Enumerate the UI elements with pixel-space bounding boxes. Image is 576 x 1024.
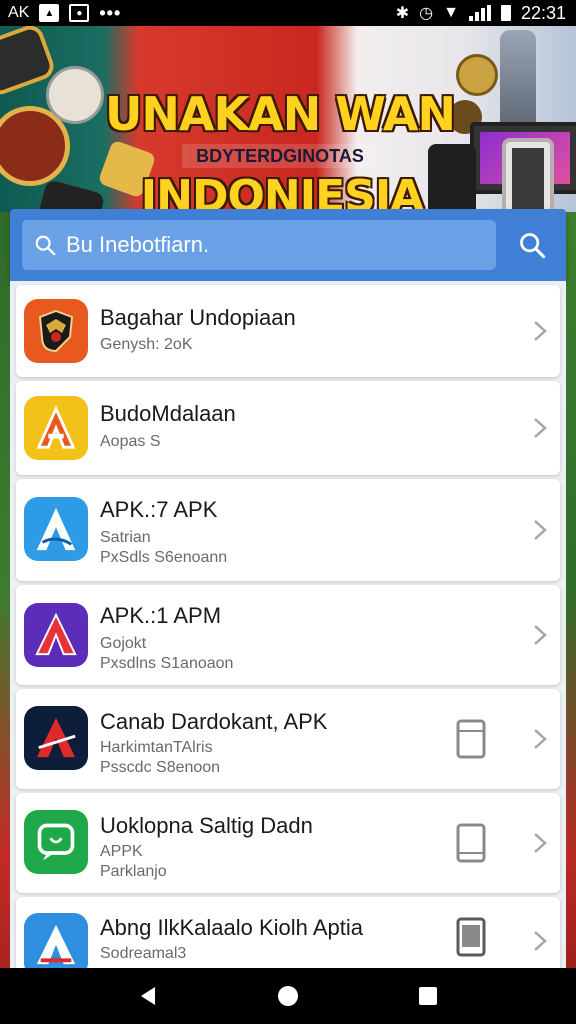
garuda-emblem-decoration-right <box>456 54 498 96</box>
search-icon <box>35 235 56 256</box>
app-name: Canab Dardokant, APK <box>100 709 328 734</box>
home-button[interactable] <box>268 976 308 1016</box>
app-name: APK.:7 APK <box>100 497 218 522</box>
app-detail: Psscdc S8enoon <box>100 759 221 776</box>
device-icon[interactable] <box>456 823 486 863</box>
letter-a-icon <box>24 913 88 969</box>
system-nav-bar <box>0 968 576 1024</box>
app-detail: Pxsdlns S1anoaon <box>100 655 234 672</box>
chevron-right-icon <box>534 321 547 341</box>
chat-bubble-icon <box>24 810 88 874</box>
chevron-right-icon <box>534 625 547 645</box>
app-name: Abng IlkKalaalo Kiolh Aptia <box>100 915 363 940</box>
camera-icon: ● <box>69 4 90 22</box>
search-icon <box>520 233 546 259</box>
app-subtitle: Gojokt <box>100 635 147 652</box>
list-item[interactable]: Abng IlkKalaalo Kiolh Aptia Sodreamal3 <box>16 897 560 969</box>
chevron-right-icon <box>534 520 547 540</box>
banner-subtitle: BDYTERDGINOTAS <box>182 144 378 168</box>
app-name: Bagahar Undopiaan <box>100 305 296 330</box>
app-subtitle: Sodreamal3 <box>100 945 187 962</box>
search-header <box>10 209 566 281</box>
search-input[interactable] <box>66 232 466 258</box>
letter-a-icon <box>24 706 88 770</box>
garuda-shield-icon <box>24 299 88 363</box>
list-item[interactable]: APK.:7 APK Satrian PxSdls S6enoann <box>16 479 560 581</box>
home-circle-icon <box>278 986 298 1006</box>
search-field[interactable] <box>22 220 496 270</box>
recents-square-icon <box>419 987 437 1005</box>
keyboard-decoration <box>34 179 106 212</box>
wifi-icon: ▼ <box>443 4 459 21</box>
phone-front-decoration <box>502 138 554 212</box>
promo-banner[interactable]: UNAKAN WAN BDYTERDGINOTAS INDONIESIA <box>0 26 576 212</box>
status-right: ✱ ◷ ▼ 22:31 <box>396 3 566 24</box>
app-detail: PxSdls S6enoann <box>100 549 228 566</box>
list-item[interactable]: BudoMdalaan Aopas S <box>16 381 560 475</box>
status-left: AK ▲ ● ••• <box>8 4 121 22</box>
device-icon[interactable] <box>456 917 486 957</box>
chevron-right-icon <box>534 418 547 438</box>
battery-icon <box>500 5 511 21</box>
app-subtitle: Genysh: 2oK <box>100 336 193 353</box>
status-bar: AK ▲ ● ••• ✱ ◷ ▼ 22:31 <box>0 0 576 26</box>
chevron-right-icon <box>534 931 547 951</box>
app-name: BudoMdalaan <box>100 401 236 426</box>
app-name: Uoklopna Saltig Dadn <box>100 813 313 838</box>
back-button[interactable] <box>128 976 168 1016</box>
list-item[interactable]: Bagahar Undopiaan Genysh: 2oK <box>16 285 560 377</box>
alarm-icon: ◷ <box>419 5 434 22</box>
device-icon[interactable] <box>456 719 486 759</box>
clock: 22:31 <box>520 2 566 23</box>
chevron-right-icon <box>534 833 547 853</box>
letter-a-icon <box>24 396 88 460</box>
back-triangle-icon <box>141 987 155 1005</box>
app-list[interactable]: Bagahar Undopiaan Genysh: 2oK BudoMdalaa… <box>10 281 566 969</box>
recents-button[interactable] <box>408 976 448 1016</box>
banner-title: UNAKAN WAN <box>105 87 456 141</box>
signal-icon <box>468 5 491 21</box>
app-detail: Parklanjo <box>100 863 167 880</box>
letter-a-icon <box>24 603 88 667</box>
image-icon: ▲ <box>39 4 60 22</box>
chevron-right-icon <box>534 729 547 749</box>
app-subtitle: APPK <box>100 843 143 860</box>
search-button[interactable] <box>510 223 554 267</box>
app-name: APK.:1 APM <box>100 603 222 628</box>
banner-country: INDONIESIA <box>140 170 425 213</box>
list-item[interactable]: APK.:1 APM Gojokt Pxsdlns S1anoaon <box>16 585 560 685</box>
garuda-emblem-decoration <box>46 66 104 124</box>
list-item[interactable]: Canab Dardokant, APK HarkimtanTAlris Pss… <box>16 689 560 789</box>
more-dots-icon: ••• <box>99 3 122 23</box>
carrier-label: AK <box>8 4 30 21</box>
letter-a-icon <box>24 497 88 561</box>
bluetooth-icon: ✱ <box>395 5 410 22</box>
phone-back-decoration <box>428 144 476 212</box>
list-item[interactable]: Uoklopna Saltig Dadn APPK Parklanjo <box>16 793 560 893</box>
app-subtitle: HarkimtanTAlris <box>100 739 213 756</box>
app-subtitle: Satrian <box>100 529 151 546</box>
app-subtitle: Aopas S <box>100 433 161 450</box>
